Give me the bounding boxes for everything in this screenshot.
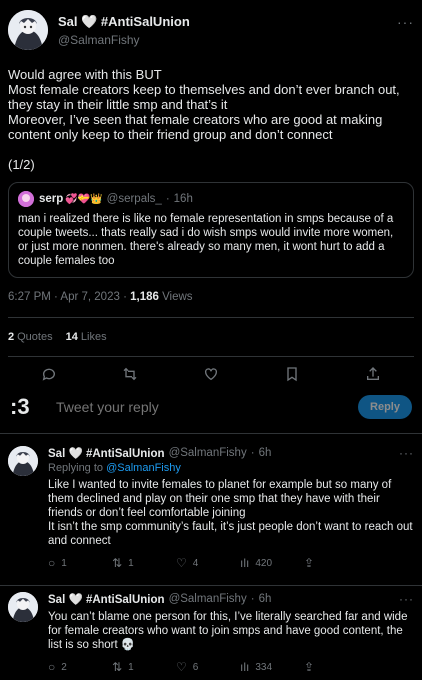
views-icon[interactable]: ılı 420: [240, 556, 304, 570]
reply-input[interactable]: [56, 398, 359, 415]
reply-author-handle[interactable]: @SalmanFishy: [169, 447, 247, 459]
separator: ·: [250, 593, 255, 605]
more-icon[interactable]: ···: [397, 10, 414, 30]
reply-author-name[interactable]: Sal 🤍 #AntiSalUnion: [48, 446, 165, 460]
retweet-icon[interactable]: ⇅ 1: [112, 660, 176, 674]
quote-avatar: [18, 191, 34, 207]
reply-icon[interactable]: ○ 1: [48, 556, 112, 570]
more-icon[interactable]: ···: [399, 446, 414, 460]
reply-text: Like I wanted to invite females to plane…: [48, 479, 413, 547]
author-handle[interactable]: @SalmanFishy: [58, 33, 397, 47]
tweet-meta: 6:27 PM · Apr 7, 2023 · 1,186 Views: [8, 291, 414, 303]
quote-text: man i realized there is like no female r…: [18, 213, 394, 267]
replying-to: Replying to @SalmanFishy: [48, 462, 181, 474]
reply-text: You can’t blame one person for this, I’v…: [48, 611, 408, 651]
tweet-text: Would agree with this BUT Most female cr…: [8, 67, 400, 172]
separator: ·: [250, 447, 255, 459]
quoted-tweet[interactable]: serp 💞💝👑 @serpals_ · 16h man i realized …: [8, 182, 414, 278]
tweet-timestamp[interactable]: 6:27 PM · Apr 7, 2023 ·: [8, 291, 127, 303]
quote-separator: ·: [165, 193, 170, 205]
reply-action-bar: ○ 2 ⇅ 1 ♡ 6 ılı 334 ⇪: [48, 660, 414, 674]
reply-time[interactable]: 6h: [259, 447, 272, 459]
reply-time[interactable]: 6h: [259, 593, 272, 605]
reply-icon[interactable]: ○ 2: [48, 660, 112, 674]
author-name[interactable]: Sal 🤍 #AntiSalUnion: [58, 14, 397, 30]
like-icon[interactable]: ♡ 6: [176, 660, 240, 674]
tweet-stats: 2 Quotes 14 Likes: [8, 318, 414, 356]
views-count: 1,186: [130, 291, 159, 303]
reply-author-handle[interactable]: @SalmanFishy: [169, 593, 247, 605]
quote-author-handle: @serpals_: [106, 193, 162, 205]
composer-avatar: :3: [10, 393, 30, 419]
likes-stat[interactable]: 14 Likes: [66, 331, 107, 343]
quote-author-name: serp: [39, 193, 64, 205]
replying-to-handle[interactable]: @SalmanFishy: [106, 462, 181, 474]
views-icon[interactable]: ılı 334: [240, 660, 304, 674]
reply-button[interactable]: Reply: [358, 394, 412, 419]
reply-tweet[interactable]: Sal 🤍 #AntiSalUnion @SalmanFishy · 6h ··…: [0, 586, 422, 680]
reply-composer: :3 Reply: [0, 380, 422, 434]
reply-action-bar: ○ 1 ⇅ 1 ♡ 4 ılı 420 ⇪: [48, 556, 414, 570]
main-tweet: Sal 🤍 #AntiSalUnion @SalmanFishy ··· Wou…: [0, 0, 422, 395]
reply-tweet[interactable]: Sal 🤍 #AntiSalUnion @SalmanFishy · 6h ··…: [0, 440, 422, 586]
author-row: Sal 🤍 #AntiSalUnion @SalmanFishy ···: [8, 10, 414, 58]
share-icon[interactable]: ⇪: [304, 556, 368, 570]
views-label: Views: [162, 291, 193, 303]
like-icon[interactable]: ♡ 4: [176, 556, 240, 570]
share-icon[interactable]: ⇪: [304, 660, 368, 674]
author-avatar[interactable]: [8, 10, 48, 50]
more-icon[interactable]: ···: [399, 592, 414, 606]
quote-time: 16h: [173, 193, 193, 205]
quotes-stat[interactable]: 2 Quotes: [8, 331, 53, 343]
retweet-icon[interactable]: ⇅ 1: [112, 556, 176, 570]
reply-author-name[interactable]: Sal 🤍 #AntiSalUnion: [48, 592, 165, 606]
quote-author-emojis: 💞💝👑: [65, 193, 103, 205]
reply-avatar[interactable]: [8, 592, 38, 622]
reply-avatar[interactable]: [8, 446, 38, 476]
